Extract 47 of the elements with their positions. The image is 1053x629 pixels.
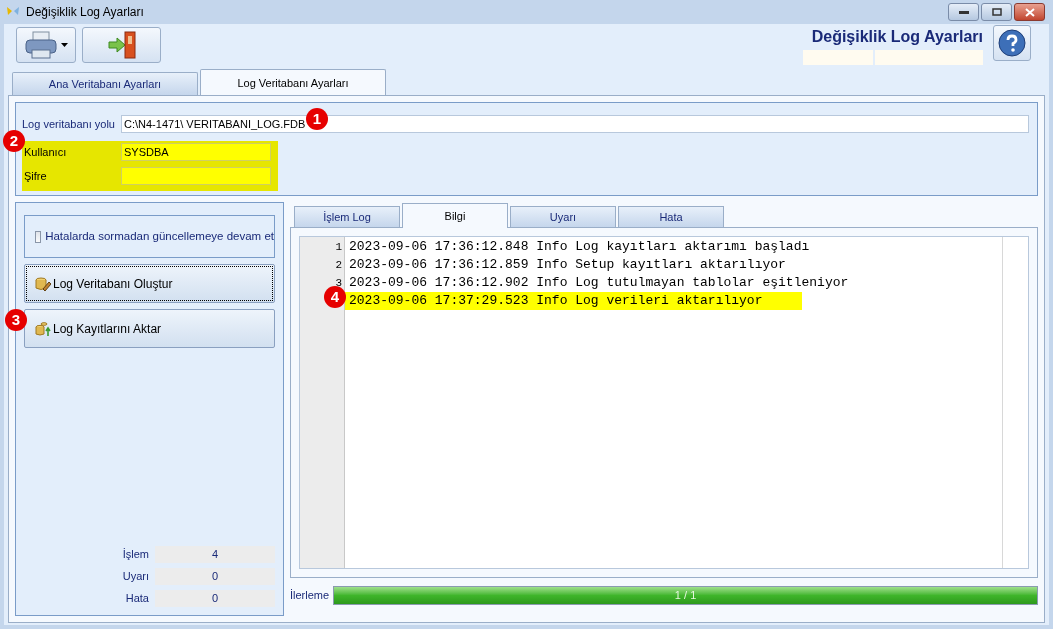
log-line: 2023-09-06 17:36:12.859 Info Setup kayıtları aktarılıyor — [348, 256, 786, 274]
counter-value: 0 — [155, 568, 275, 585]
line-number: 2 — [334, 258, 343, 273]
window-title: Değişiklik Log Ayarları — [26, 4, 144, 21]
maximize-button[interactable] — [981, 3, 1012, 21]
progress-label: İlerleme — [290, 588, 330, 604]
printer-icon — [24, 31, 57, 59]
print-button[interactable] — [16, 27, 76, 63]
maximize-icon — [991, 8, 1002, 16]
log-line: 2023-09-06 17:36:12.848 Info Log kayıtları aktarımı başladı — [348, 238, 810, 256]
tab[interactable]: Ana Veritabanı Ayarları — [12, 72, 198, 95]
action-button[interactable]: Log Kayıtlarını Aktar — [24, 309, 275, 348]
header-field — [803, 50, 873, 65]
tab[interactable]: İşlem Log — [294, 206, 400, 227]
tab[interactable]: Uyarı — [510, 206, 616, 227]
dropdown-caret-icon — [60, 43, 68, 47]
checkbox[interactable] — [35, 230, 42, 243]
field-label: Kullanıcı — [24, 144, 68, 160]
log-line: 2023-09-06 17:36:12.902 Info Log tutulmayan tablolar eşitleniyor — [348, 274, 849, 292]
field-label: Şifre — [24, 168, 48, 184]
exit-button[interactable] — [82, 27, 161, 63]
app-icon — [6, 6, 20, 18]
database-pencil-icon — [35, 275, 51, 292]
minimize-button[interactable] — [948, 3, 979, 21]
progress-reading: 1 / 1 — [673, 588, 698, 603]
counter-label: Hata — [125, 591, 149, 607]
counter-value: 4 — [155, 546, 275, 563]
close-icon — [1024, 7, 1035, 17]
callout-number: 2 — [3, 130, 25, 152]
user-field[interactable]: SYSDBA — [121, 143, 271, 161]
counter-label: İşlem — [122, 547, 149, 563]
field-label: Log veritabanı yolu — [22, 116, 116, 132]
tab[interactable]: Bilgi — [402, 203, 508, 228]
exit-door-icon — [106, 30, 137, 60]
close-button[interactable] — [1014, 3, 1045, 21]
database-arrows-icon — [35, 320, 51, 337]
counter-label: Uyarı — [122, 569, 149, 585]
counter-value: 0 — [155, 590, 275, 607]
password-field[interactable] — [121, 167, 271, 185]
minimize-icon — [958, 10, 969, 14]
header-title: Değişiklik Log Ayarları — [811, 27, 983, 47]
tab[interactable]: Log Veritabanı Ayarları — [200, 69, 386, 96]
help-button[interactable] — [993, 25, 1031, 61]
help-icon — [998, 29, 1026, 57]
action-button[interactable]: Log Veritabanı Oluştur — [24, 264, 275, 303]
line-number: 1 — [334, 240, 343, 255]
tab[interactable]: Hata — [618, 206, 724, 227]
